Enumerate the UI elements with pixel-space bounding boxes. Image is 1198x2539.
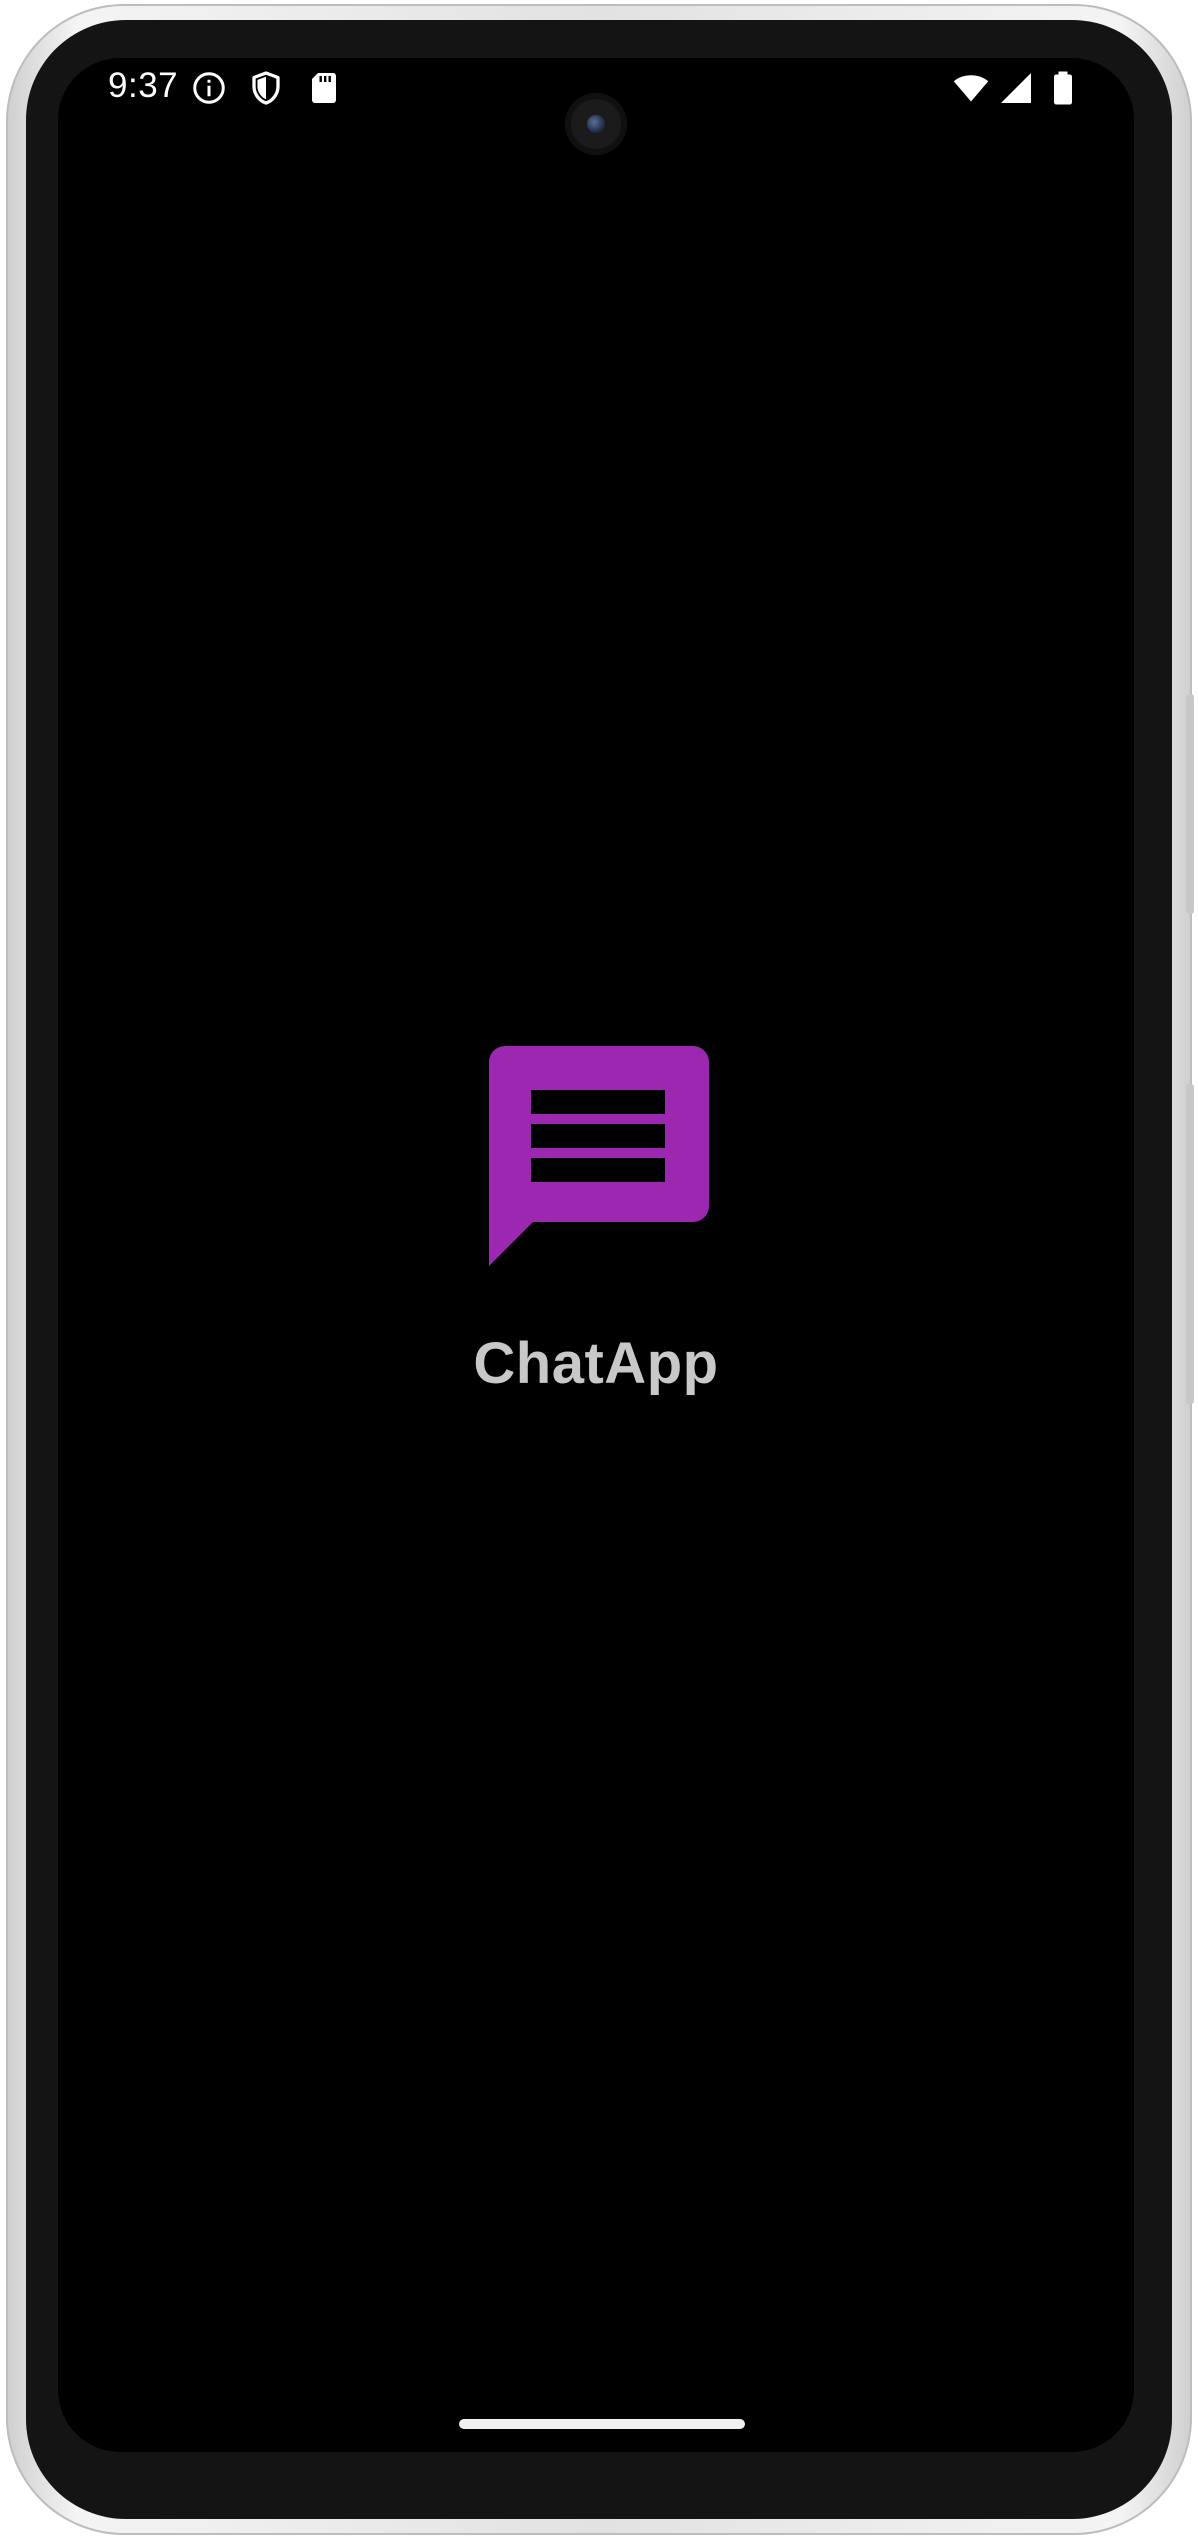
battery-icon <box>1054 71 1072 105</box>
phone-screen: 9:37 ChatApp <box>58 58 1134 2452</box>
status-time: 9:37 <box>108 66 179 105</box>
wifi-icon <box>953 75 989 102</box>
cell-signal-icon <box>1001 73 1031 103</box>
shield-icon <box>252 71 280 105</box>
volume-button <box>1186 1084 1194 1404</box>
app-name-title: ChatApp <box>473 1331 719 1396</box>
front-camera <box>565 93 627 155</box>
gesture-navigation-handle[interactable] <box>459 2419 745 2429</box>
sd-card-icon <box>312 73 336 103</box>
camera-lens <box>587 115 605 133</box>
chat-message-icon <box>489 1046 709 1266</box>
power-button <box>1186 694 1194 914</box>
info-icon <box>193 72 225 104</box>
